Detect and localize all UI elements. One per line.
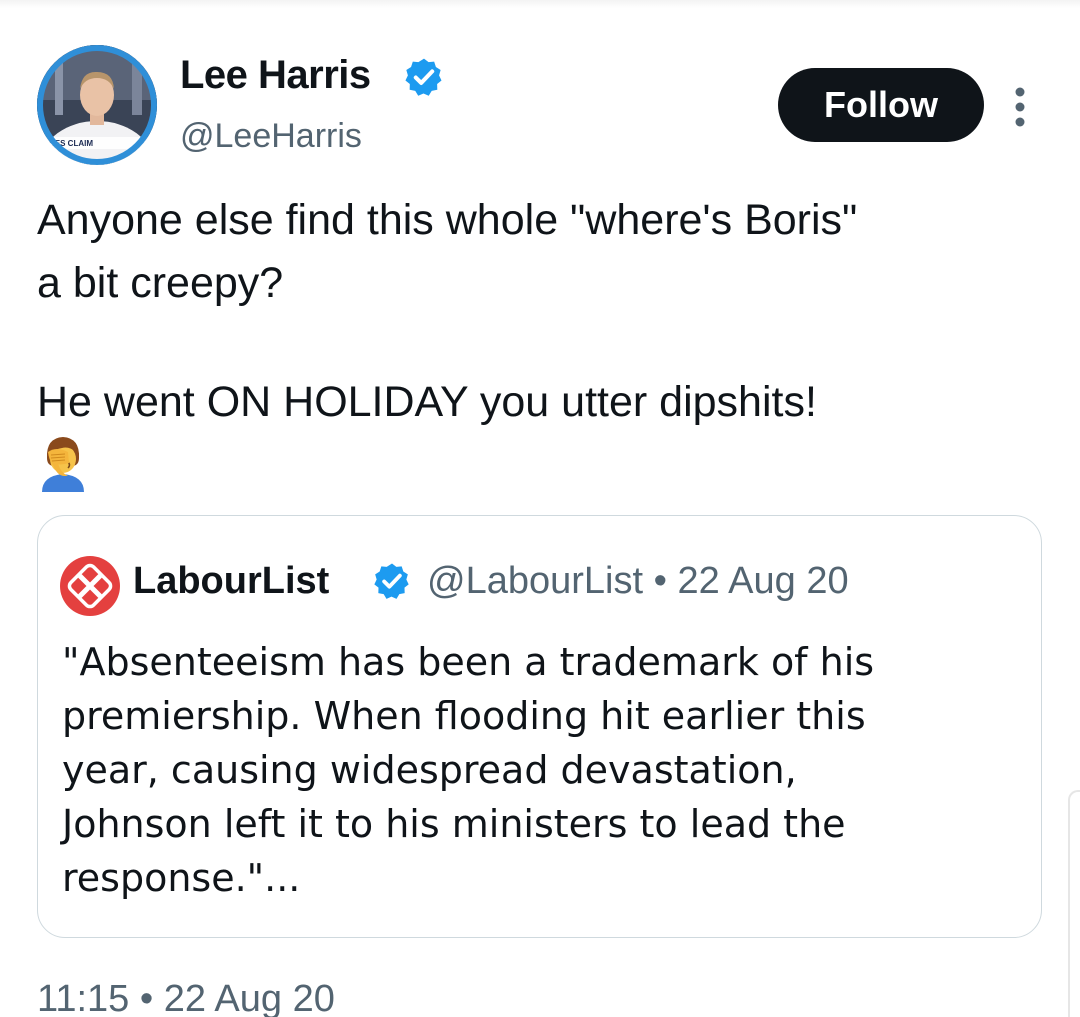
quote-handle-and-date: @LabourList • 22 Aug 20 [427, 560, 849, 602]
tweet-text-line: a bit creepy? [37, 259, 284, 307]
quote-text-line: Johnson left it to his ministers to lead… [62, 802, 846, 846]
labourlist-avatar-icon[interactable] [60, 556, 120, 616]
quote-text-line: year, causing widespread devastation, [62, 748, 797, 792]
author-handle[interactable]: @LeeHarris [180, 117, 362, 156]
quote-text-line: premiership. When flooding hit earlier t… [62, 694, 866, 738]
face-palm-emoji-icon [42, 437, 84, 492]
scroll-indicator[interactable] [1068, 790, 1080, 1017]
quote-text-line: "Absenteeism has been a trademark of his [62, 640, 875, 684]
verified-badge-icon [405, 58, 442, 96]
author-name[interactable]: Lee Harris [180, 53, 371, 98]
tweet-text-line: Anyone else find this whole "where's Bor… [37, 196, 858, 244]
more-options-icon[interactable] [1010, 86, 1030, 128]
tweet-text-line: He went ON HOLIDAY you utter dipshits! [37, 378, 817, 426]
tweet-page: CES CLAIM Lee Harris @LeeHarris Follow A… [0, 0, 1080, 1017]
follow-button[interactable]: Follow [778, 68, 984, 142]
quote-author-name[interactable]: LabourList [133, 560, 329, 603]
author-avatar[interactable]: CES CLAIM [37, 45, 157, 165]
quote-text-line: response."... [62, 856, 301, 900]
tweet-timestamp[interactable]: 11:15 • 22 Aug 20 [37, 978, 335, 1017]
top-divider [0, 0, 1080, 8]
verified-badge-icon [374, 563, 409, 599]
